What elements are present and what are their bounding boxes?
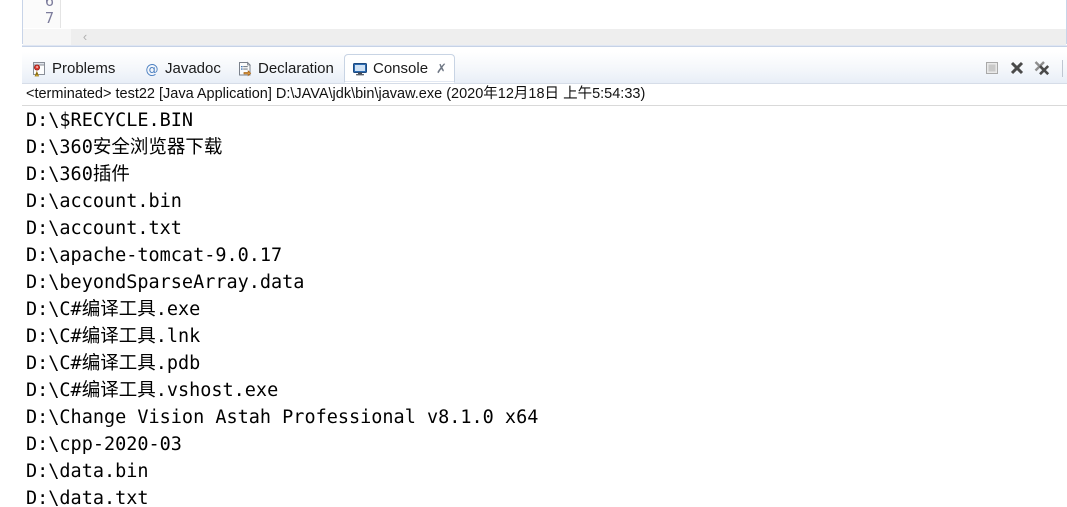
- console-line: D:\beyondSparseArray.data: [26, 272, 305, 293]
- console-line: D:\C#编译工具.lnk: [26, 326, 201, 347]
- tab-label-problems: Problems: [52, 60, 116, 77]
- tab-label-declaration: Declaration: [258, 60, 334, 77]
- eclipse-window: 6 7 ‹ Problems @ Javadoc Declaration Con…: [0, 0, 1067, 507]
- console-line: D:\360安全浏览器下载: [26, 137, 223, 158]
- editor-bottom-edge: [22, 45, 1067, 47]
- terminate-button[interactable]: [983, 59, 1001, 77]
- console-line: D:\$RECYCLE.BIN: [26, 110, 194, 131]
- declaration-icon: [237, 61, 253, 77]
- console-line: D:\apache-tomcat-9.0.17: [26, 245, 283, 266]
- problems-icon: [31, 61, 47, 77]
- view-tab-bar: Problems @ Javadoc Declaration Console ✗: [22, 52, 1067, 84]
- editor-area-remnant: 6 7 ‹: [0, 0, 1067, 48]
- console-line: D:\cpp-2020-03: [26, 434, 182, 455]
- remove-launch-button[interactable]: [1008, 59, 1026, 77]
- console-line: D:\C#编译工具.exe: [26, 299, 201, 320]
- console-line: D:\account.bin: [26, 191, 182, 212]
- tab-console[interactable]: Console ✗: [344, 54, 455, 83]
- tab-declaration[interactable]: Declaration: [230, 54, 341, 83]
- console-line: D:\data.txt: [26, 488, 149, 507]
- tab-problems[interactable]: Problems: [24, 54, 122, 83]
- console-line: D:\account.txt: [26, 218, 182, 239]
- editor-line-number-gutter: 6 7: [23, 0, 61, 28]
- toolbar-separator: [1062, 59, 1063, 77]
- console-line: D:\data.bin: [26, 461, 149, 482]
- console-output[interactable]: D:\$RECYCLE.BIN D:\360安全浏览器下载 D:\360插件 D…: [22, 107, 1067, 507]
- launch-status-line: <terminated> test22 [Java Application] D…: [22, 84, 1067, 106]
- line-number-7: 7: [44, 9, 54, 27]
- javadoc-at-icon: @: [144, 61, 160, 77]
- console-line: D:\C#编译工具.vshost.exe: [26, 380, 279, 401]
- close-icon[interactable]: ✗: [436, 62, 447, 75]
- tab-label-javadoc: Javadoc: [165, 60, 221, 77]
- console-line: D:\Change Vision Astah Professional v8.1…: [26, 407, 539, 428]
- remove-all-terminated-launches-button[interactable]: [1033, 59, 1051, 77]
- console-toolbar: [983, 56, 1065, 80]
- tab-label-console: Console: [373, 60, 429, 77]
- svg-text:@: @: [146, 62, 159, 76]
- tab-javadoc[interactable]: @ Javadoc: [137, 54, 228, 83]
- console-line: D:\C#编译工具.pdb: [26, 353, 201, 374]
- console-view: Problems @ Javadoc Declaration Console ✗…: [22, 52, 1067, 507]
- console-icon: [352, 61, 368, 77]
- console-line: D:\360插件: [26, 164, 130, 185]
- editor-horizontal-scrollbar[interactable]: [23, 29, 1066, 45]
- editor-scrollbar-corner: [23, 29, 71, 45]
- scroll-left-arrow-icon[interactable]: ‹: [78, 29, 92, 45]
- editor-left-padding: [0, 0, 22, 48]
